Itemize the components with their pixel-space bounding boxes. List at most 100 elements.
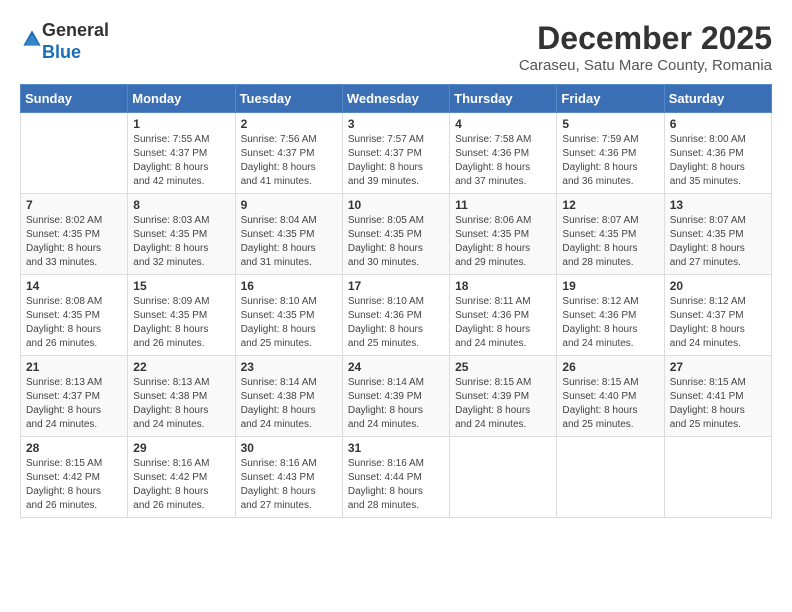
calendar-day-cell: 1Sunrise: 7:55 AM Sunset: 4:37 PM Daylig…: [128, 113, 235, 194]
calendar-day-cell: 5Sunrise: 7:59 AM Sunset: 4:36 PM Daylig…: [557, 113, 664, 194]
logo-text: General Blue: [42, 20, 109, 63]
day-info: Sunrise: 7:57 AM Sunset: 4:37 PM Dayligh…: [348, 133, 444, 189]
calendar-week-row: 28Sunrise: 8:15 AM Sunset: 4:42 PM Dayli…: [21, 437, 772, 518]
calendar-day-cell: 2 Sunrise: 7:56 AM Sunset: 4:37 PM Daylig…: [235, 113, 342, 194]
calendar-day-cell: [21, 113, 128, 194]
day-number: 10: [348, 198, 444, 212]
day-number: 4: [455, 117, 551, 131]
day-info: Sunrise: 7:55 AM Sunset: 4:37 PM Dayligh…: [133, 133, 229, 189]
day-info: Sunrise: 8:10 AM Sunset: 4:36 PM Dayligh…: [348, 295, 444, 351]
calendar-day-cell: 24 Sunrise: 8:14 AM Sunset: 4:39 PM Dayli…: [342, 356, 449, 437]
day-info: Sunrise: 8:07 AM Sunset: 4:35 PM Dayligh…: [670, 214, 766, 270]
calendar-day-cell: 30 Sunrise: 8:16 AM Sunset: 4:43 PM Dayli…: [235, 437, 342, 518]
day-number: 24: [348, 360, 444, 374]
day-info: Sunrise: 8:06 AM Sunset: 4:35 PM Dayligh…: [455, 214, 551, 270]
weekday-header: Wednesday: [342, 85, 449, 113]
day-number: 18: [455, 279, 551, 293]
logo-icon: [22, 29, 42, 49]
day-info: Sunrise: 8:02 AM Sunset: 4:35 PM Dayligh…: [26, 214, 122, 270]
day-number: 12: [562, 198, 658, 212]
day-number: 19: [562, 279, 658, 293]
day-number: 6: [670, 117, 766, 131]
day-info: Sunrise: 8:08 AM Sunset: 4:35 PM Dayligh…: [26, 295, 122, 351]
calendar-day-cell: 15 Sunrise: 8:09 AM Sunset: 4:35 PM Dayli…: [128, 275, 235, 356]
day-info: Sunrise: 8:12 AM Sunset: 4:36 PM Dayligh…: [562, 295, 658, 351]
calendar-week-row: 7 Sunrise: 8:02 AM Sunset: 4:35 PM Daylig…: [21, 194, 772, 275]
day-info: Sunrise: 8:09 AM Sunset: 4:35 PM Dayligh…: [133, 295, 229, 351]
day-info: Sunrise: 8:03 AM Sunset: 4:35 PM Dayligh…: [133, 214, 229, 270]
day-number: 30: [241, 441, 337, 455]
day-info: Sunrise: 8:16 AM Sunset: 4:43 PM Dayligh…: [241, 457, 337, 513]
calendar-day-cell: 25 Sunrise: 8:15 AM Sunset: 4:39 PM Dayli…: [450, 356, 557, 437]
day-info: Sunrise: 8:14 AM Sunset: 4:38 PM Dayligh…: [241, 376, 337, 432]
calendar-day-cell: 18 Sunrise: 8:11 AM Sunset: 4:36 PM Dayli…: [450, 275, 557, 356]
day-info: Sunrise: 8:14 AM Sunset: 4:39 PM Dayligh…: [348, 376, 444, 432]
day-number: 11: [455, 198, 551, 212]
calendar-day-cell: 29Sunrise: 8:16 AM Sunset: 4:42 PM Dayli…: [128, 437, 235, 518]
calendar-day-cell: 23 Sunrise: 8:14 AM Sunset: 4:38 PM Dayli…: [235, 356, 342, 437]
day-number: 23: [241, 360, 337, 374]
day-number: 3: [348, 117, 444, 131]
day-info: Sunrise: 8:11 AM Sunset: 4:36 PM Dayligh…: [455, 295, 551, 351]
day-number: 7: [26, 198, 122, 212]
calendar-day-cell: 31Sunrise: 8:16 AM Sunset: 4:44 PM Dayli…: [342, 437, 449, 518]
weekday-header: Monday: [128, 85, 235, 113]
location-title: Caraseu, Satu Mare County, Romania: [519, 57, 772, 74]
day-info: Sunrise: 8:13 AM Sunset: 4:37 PM Dayligh…: [26, 376, 122, 432]
day-number: 14: [26, 279, 122, 293]
calendar-day-cell: 26Sunrise: 8:15 AM Sunset: 4:40 PM Dayli…: [557, 356, 664, 437]
day-number: 26: [562, 360, 658, 374]
day-number: 25: [455, 360, 551, 374]
calendar-table: SundayMondayTuesdayWednesdayThursdayFrid…: [20, 84, 772, 518]
weekday-header: Saturday: [664, 85, 771, 113]
day-number: 22: [133, 360, 229, 374]
day-info: Sunrise: 8:00 AM Sunset: 4:36 PM Dayligh…: [670, 133, 766, 189]
weekday-header: Sunday: [21, 85, 128, 113]
calendar-day-cell: 14 Sunrise: 8:08 AM Sunset: 4:35 PM Dayli…: [21, 275, 128, 356]
day-info: Sunrise: 8:07 AM Sunset: 4:35 PM Dayligh…: [562, 214, 658, 270]
calendar-day-cell: 21Sunrise: 8:13 AM Sunset: 4:37 PM Dayli…: [21, 356, 128, 437]
calendar-day-cell: 3 Sunrise: 7:57 AM Sunset: 4:37 PM Daylig…: [342, 113, 449, 194]
logo: General Blue: [20, 20, 109, 63]
day-number: 9: [241, 198, 337, 212]
calendar-day-cell: 11 Sunrise: 8:06 AM Sunset: 4:35 PM Dayli…: [450, 194, 557, 275]
day-number: 5: [562, 117, 658, 131]
calendar-week-row: 21Sunrise: 8:13 AM Sunset: 4:37 PM Dayli…: [21, 356, 772, 437]
weekday-header: Tuesday: [235, 85, 342, 113]
calendar-day-cell: [557, 437, 664, 518]
day-number: 2: [241, 117, 337, 131]
day-info: Sunrise: 8:10 AM Sunset: 4:35 PM Dayligh…: [241, 295, 337, 351]
calendar-week-row: 14 Sunrise: 8:08 AM Sunset: 4:35 PM Dayli…: [21, 275, 772, 356]
day-info: Sunrise: 8:13 AM Sunset: 4:38 PM Dayligh…: [133, 376, 229, 432]
day-info: Sunrise: 8:15 AM Sunset: 4:39 PM Dayligh…: [455, 376, 551, 432]
calendar-day-cell: 9 Sunrise: 8:04 AM Sunset: 4:35 PM Daylig…: [235, 194, 342, 275]
calendar-day-cell: 10 Sunrise: 8:05 AM Sunset: 4:35 PM Dayli…: [342, 194, 449, 275]
page-header: General Blue December 2025 Caraseu, Satu…: [20, 20, 772, 74]
day-info: Sunrise: 8:04 AM Sunset: 4:35 PM Dayligh…: [241, 214, 337, 270]
calendar-day-cell: 13 Sunrise: 8:07 AM Sunset: 4:35 PM Dayli…: [664, 194, 771, 275]
day-number: 31: [348, 441, 444, 455]
month-title: December 2025: [519, 20, 772, 57]
calendar-day-cell: 27Sunrise: 8:15 AM Sunset: 4:41 PM Dayli…: [664, 356, 771, 437]
day-info: Sunrise: 8:15 AM Sunset: 4:41 PM Dayligh…: [670, 376, 766, 432]
day-number: 17: [348, 279, 444, 293]
day-info: Sunrise: 8:16 AM Sunset: 4:42 PM Dayligh…: [133, 457, 229, 513]
calendar-day-cell: 19 Sunrise: 8:12 AM Sunset: 4:36 PM Dayli…: [557, 275, 664, 356]
calendar-day-cell: 16 Sunrise: 8:10 AM Sunset: 4:35 PM Dayli…: [235, 275, 342, 356]
day-number: 15: [133, 279, 229, 293]
day-info: Sunrise: 8:15 AM Sunset: 4:42 PM Dayligh…: [26, 457, 122, 513]
calendar-day-cell: 7 Sunrise: 8:02 AM Sunset: 4:35 PM Daylig…: [21, 194, 128, 275]
day-info: Sunrise: 7:56 AM Sunset: 4:37 PM Dayligh…: [241, 133, 337, 189]
day-number: 8: [133, 198, 229, 212]
day-number: 13: [670, 198, 766, 212]
day-info: Sunrise: 8:05 AM Sunset: 4:35 PM Dayligh…: [348, 214, 444, 270]
title-area: December 2025 Caraseu, Satu Mare County,…: [519, 20, 772, 74]
weekday-header: Thursday: [450, 85, 557, 113]
calendar-week-row: 1Sunrise: 7:55 AM Sunset: 4:37 PM Daylig…: [21, 113, 772, 194]
calendar-day-cell: [450, 437, 557, 518]
calendar-day-cell: 4Sunrise: 7:58 AM Sunset: 4:36 PM Daylig…: [450, 113, 557, 194]
calendar-day-cell: 28Sunrise: 8:15 AM Sunset: 4:42 PM Dayli…: [21, 437, 128, 518]
calendar-day-cell: 12 Sunrise: 8:07 AM Sunset: 4:35 PM Dayli…: [557, 194, 664, 275]
weekday-header-row: SundayMondayTuesdayWednesdayThursdayFrid…: [21, 85, 772, 113]
day-number: 16: [241, 279, 337, 293]
